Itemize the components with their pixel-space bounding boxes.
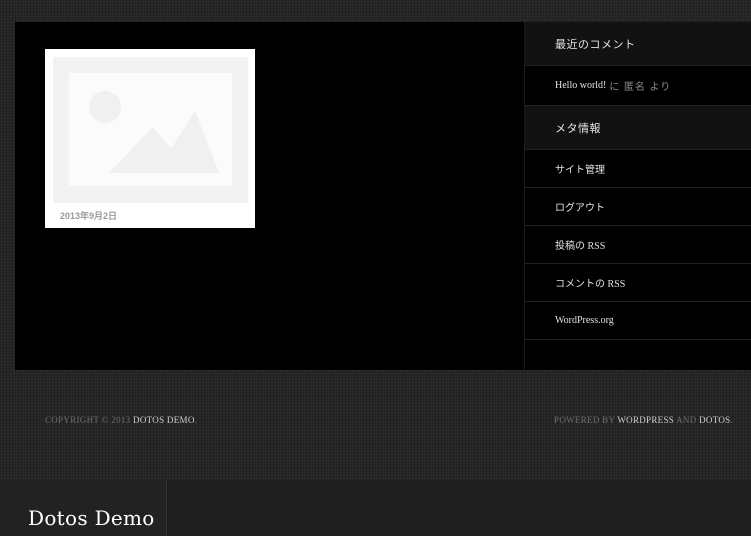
recent-comment-post-link[interactable]: Hello world! [555,80,606,91]
main-content: 2013年9月2日 [15,22,525,370]
site-title[interactable]: Dotos Demo [0,480,167,536]
site-title-text[interactable]: Dotos Demo [28,506,155,530]
wordpress-link[interactable]: WordPress [617,415,674,425]
meta-title: メタ情報 [525,106,751,150]
copyright-text: Copyright © 2013 Dotos Demo. [45,415,197,425]
recent-comment-author: に 匿名 より [609,82,672,93]
site-link[interactable]: Dotos Demo [133,415,195,425]
post-date[interactable]: 2013年9月2日 [60,209,117,222]
recent-comments-title: 最近のコメント [525,22,751,66]
meta-item-logout[interactable]: ログアウト [525,188,751,226]
copyright-prefix: Copyright © 2013 [45,415,131,425]
recent-comment-item: Hello world! に 匿名 より [525,66,751,106]
credit-text: Powered by WordPress and Dotos. [554,415,733,425]
header-bar: Dotos Demo [0,480,751,536]
meta-item-site-admin[interactable]: サイト管理 [525,150,751,188]
meta-item-comments-rss[interactable]: コメントの RSS [525,264,751,302]
and-label: and [676,415,697,425]
sidebar: 最近のコメント Hello world! に 匿名 より メタ情報 サイト管理 … [524,22,751,370]
meta-item-posts-rss[interactable]: 投稿の RSS [525,226,751,264]
copyright-suffix: . [194,415,198,425]
image-placeholder-icon[interactable] [53,57,248,203]
meta-item-wordpress-org[interactable]: WordPress.org [525,302,751,340]
powered-by-label: Powered by [554,415,615,425]
post-thumbnail-card[interactable]: 2013年9月2日 [45,49,255,228]
footer: Copyright © 2013 Dotos Demo. Powered by … [0,370,751,480]
credit-suffix: . [730,415,733,425]
theme-link[interactable]: Dotos [699,415,730,425]
